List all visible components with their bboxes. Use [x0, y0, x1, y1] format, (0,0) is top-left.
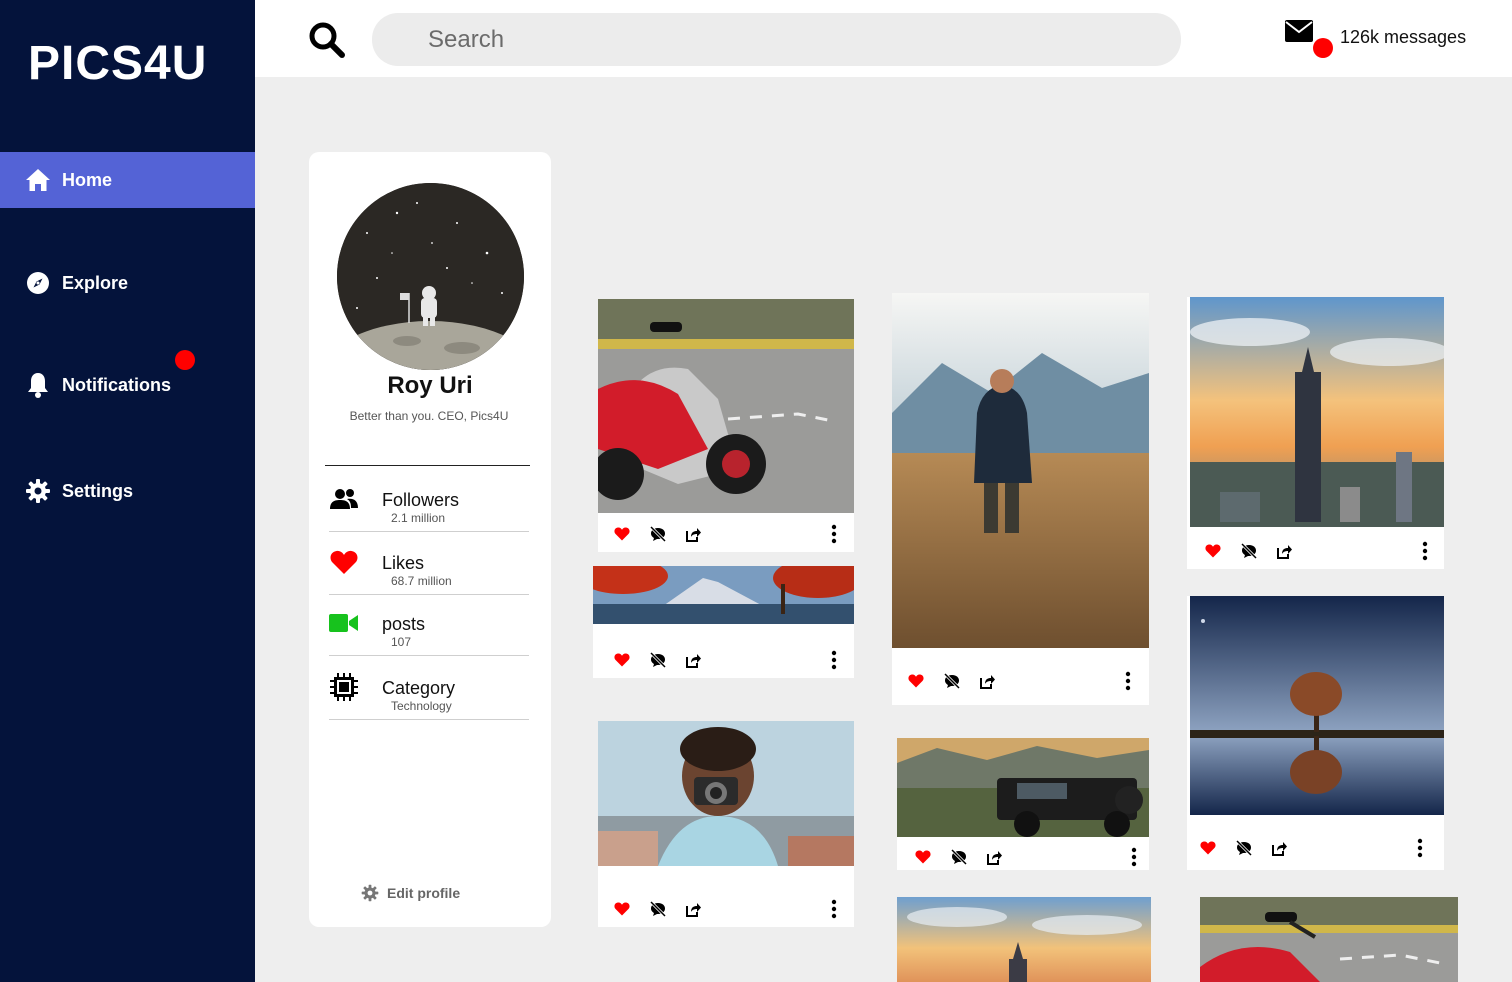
sidebar-item-label: Settings [62, 480, 134, 501]
people-icon [329, 484, 359, 514]
stat-label: posts [382, 614, 426, 634]
avatar[interactable] [337, 183, 524, 370]
profile-card: Roy Uri Better than you. CEO, Pics4U Fol… [309, 152, 551, 927]
post-actions [1187, 533, 1444, 569]
post-card[interactable] [1200, 897, 1458, 982]
post-actions [598, 891, 854, 927]
gear-icon [361, 884, 379, 902]
post-actions [897, 839, 1149, 870]
share-icon[interactable] [1275, 542, 1293, 560]
sidebar-item-settings[interactable]: Settings [0, 463, 255, 519]
messages-badge [1313, 38, 1333, 58]
stat-label: Followers [382, 490, 460, 510]
edit-profile-button[interactable]: Edit profile [361, 884, 460, 902]
bell-icon [25, 372, 51, 398]
sidebar-item-label: Home [62, 169, 113, 190]
divider [325, 465, 530, 466]
post-image-city-tower[interactable] [897, 897, 1151, 982]
more-options-icon[interactable] [1131, 847, 1137, 867]
more-options-icon[interactable] [831, 899, 837, 919]
messages-count[interactable]: 126k messages [1340, 27, 1466, 48]
post-card[interactable] [598, 299, 854, 552]
sidebar-item-notifications[interactable]: Notifications [0, 357, 255, 413]
share-icon[interactable] [978, 672, 996, 690]
more-options-icon[interactable] [1422, 541, 1428, 561]
share-icon[interactable] [684, 651, 702, 669]
more-options-icon[interactable] [1125, 671, 1131, 691]
post-actions [593, 642, 854, 678]
stat-followers[interactable]: Followers 2.1 million [329, 474, 529, 532]
post-image-jeep[interactable] [897, 738, 1149, 837]
like-icon[interactable] [613, 651, 631, 669]
stat-value: Technology [391, 699, 452, 713]
comment-off-icon[interactable] [649, 900, 667, 918]
profile-bio: Better than you. CEO, Pics4U [349, 409, 509, 423]
app-logo[interactable]: PICS4U [28, 36, 207, 91]
chip-icon [329, 672, 359, 702]
stat-label: Likes [382, 553, 425, 573]
post-card[interactable] [897, 738, 1149, 870]
like-icon[interactable] [613, 525, 631, 543]
stat-likes[interactable]: Likes 68.7 million [329, 537, 529, 595]
share-icon[interactable] [684, 900, 702, 918]
post-actions [1187, 830, 1444, 866]
heart-icon [329, 547, 359, 577]
share-icon[interactable] [985, 848, 1003, 866]
post-actions [598, 516, 854, 552]
post-image-photographer[interactable] [598, 721, 854, 866]
edit-profile-label: Edit profile [387, 885, 461, 901]
sidebar: PICS4U Home Explore Notifications Settin… [0, 0, 255, 982]
post-card[interactable] [1187, 596, 1444, 870]
like-icon[interactable] [613, 900, 631, 918]
post-image-scooter[interactable] [1200, 897, 1458, 982]
like-icon[interactable] [907, 672, 925, 690]
more-options-icon[interactable] [1417, 838, 1423, 858]
sidebar-item-label: Explore [62, 272, 129, 293]
comment-off-icon[interactable] [1240, 542, 1258, 560]
stat-label: Category [382, 678, 456, 698]
share-icon[interactable] [684, 525, 702, 543]
like-icon[interactable] [1204, 542, 1222, 560]
comment-off-icon[interactable] [649, 525, 667, 543]
profile-name: Roy Uri [387, 372, 473, 399]
compass-icon [25, 270, 51, 296]
share-icon[interactable] [1270, 839, 1288, 857]
post-image-city-tower[interactable] [1190, 297, 1444, 527]
comment-off-icon[interactable] [950, 848, 968, 866]
sidebar-item-label: Notifications [62, 374, 172, 395]
comment-off-icon[interactable] [649, 651, 667, 669]
post-card[interactable] [598, 721, 854, 927]
post-image-tree-reflection[interactable] [1190, 596, 1444, 815]
search-icon[interactable] [307, 20, 347, 60]
post-actions [892, 663, 1149, 699]
stat-value: 2.1 million [391, 511, 446, 525]
notification-badge [175, 350, 195, 370]
post-card[interactable] [593, 566, 854, 678]
post-image-mountain[interactable] [593, 566, 854, 624]
sidebar-item-home[interactable]: Home [0, 152, 255, 208]
comment-off-icon[interactable] [943, 672, 961, 690]
home-icon [25, 167, 51, 193]
stat-value: 68.7 million [391, 574, 452, 588]
post-image-scooter[interactable] [598, 299, 854, 513]
top-bar: 126k messages [255, 0, 1512, 77]
more-options-icon[interactable] [831, 650, 837, 670]
search-input[interactable] [372, 13, 1181, 66]
gear-icon [25, 478, 51, 504]
video-camera-icon [329, 608, 359, 638]
more-options-icon[interactable] [831, 524, 837, 544]
stat-value: 107 [391, 635, 412, 649]
stat-category[interactable]: Category Technology [329, 662, 529, 720]
like-icon[interactable] [914, 848, 932, 866]
sidebar-item-explore[interactable]: Explore [0, 255, 255, 311]
stat-posts[interactable]: posts 107 [329, 598, 529, 656]
post-image-field[interactable] [892, 293, 1149, 648]
comment-off-icon[interactable] [1235, 839, 1253, 857]
post-card[interactable] [892, 293, 1149, 705]
like-icon[interactable] [1199, 839, 1217, 857]
post-card[interactable] [897, 897, 1151, 982]
mail-icon[interactable] [1285, 20, 1315, 46]
post-card[interactable] [1187, 297, 1444, 569]
